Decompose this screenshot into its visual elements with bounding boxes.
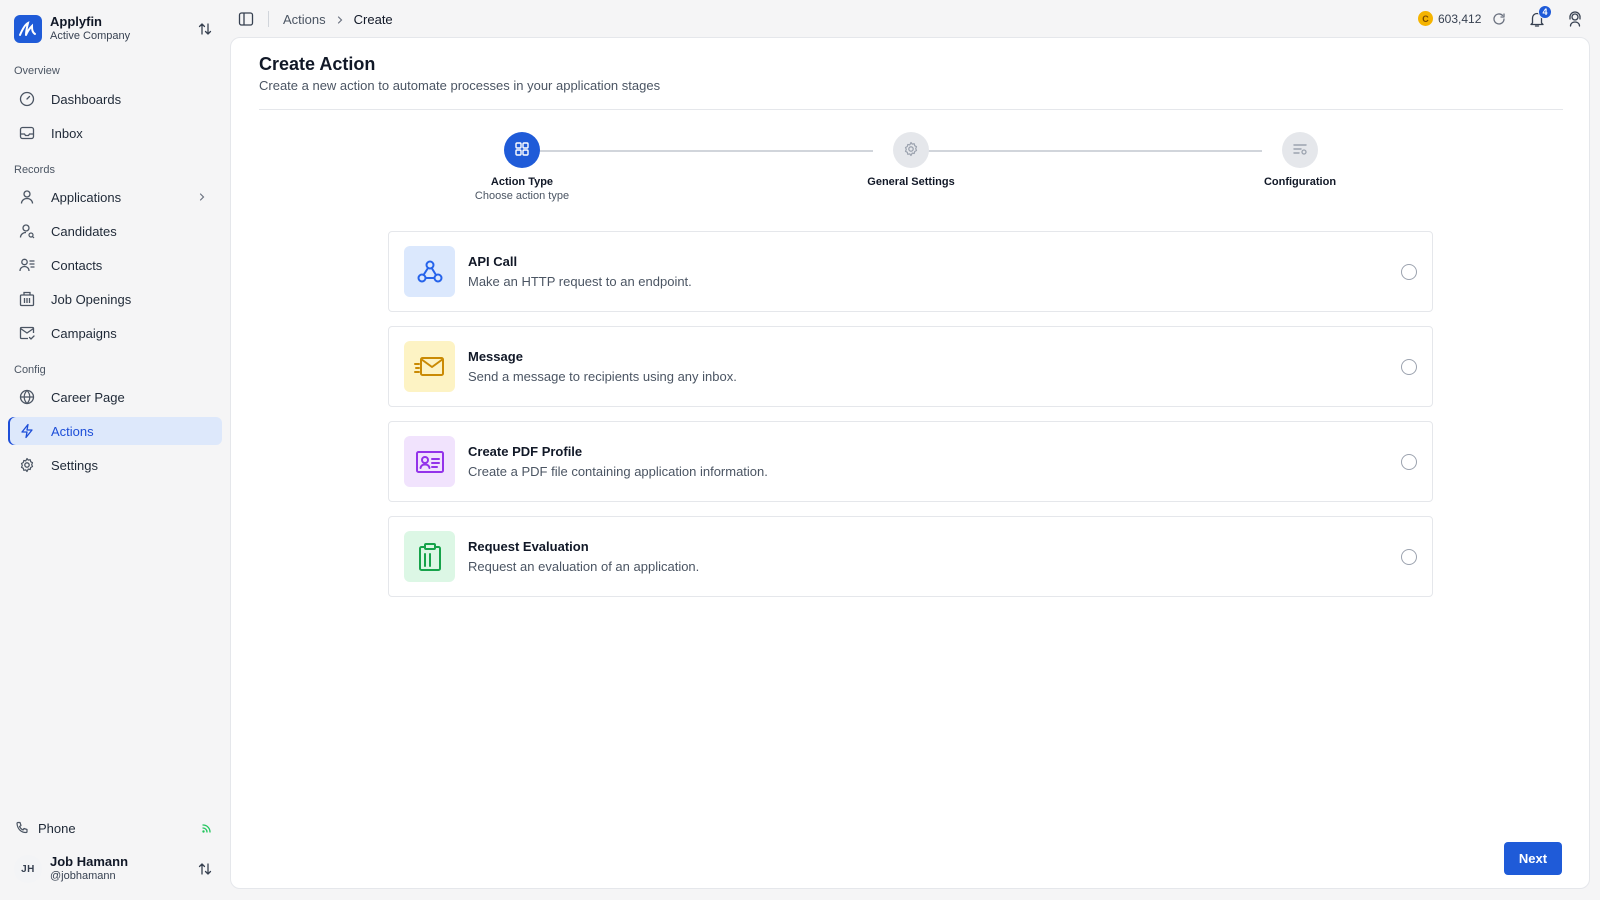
avatar: JH — [14, 855, 42, 883]
sidebar-toggle-icon[interactable] — [238, 11, 254, 27]
sliders-icon — [1292, 141, 1308, 160]
inbox-icon — [18, 124, 36, 142]
sidebar-item-label: Contacts — [51, 257, 103, 273]
option-radio[interactable] — [1401, 549, 1417, 565]
page-title: Create Action — [259, 54, 376, 74]
user-menu[interactable]: JH Job Hamann @jobhamann — [14, 852, 220, 886]
sidebar-item-label: Career Page — [51, 389, 125, 405]
user-handle: @jobhamann — [50, 870, 116, 882]
coin-icon: C — [1418, 11, 1433, 26]
sidebar-item-label: Dashboards — [51, 91, 122, 107]
action-option-message[interactable]: Message Send a message to recipients usi… — [388, 326, 1433, 407]
option-radio[interactable] — [1401, 454, 1417, 470]
mail-send-icon — [404, 341, 455, 392]
org-switcher[interactable]: Applyfin Active Company — [14, 14, 220, 44]
globe-icon — [18, 388, 36, 406]
option-description: Create a PDF file containing application… — [468, 464, 768, 479]
sidebar-item-career-page[interactable]: Career Page — [8, 383, 222, 411]
webhook-icon — [404, 246, 455, 297]
user-name: Job Hamann — [50, 854, 129, 869]
option-description: Send a message to recipients using any i… — [468, 369, 737, 384]
action-option-request-evaluation[interactable]: Request Evaluation Request an evaluation… — [388, 516, 1433, 597]
step-connector — [529, 150, 873, 152]
dashboard-gauge-icon — [18, 90, 36, 108]
step-2-indicator — [893, 132, 929, 168]
divider — [259, 109, 1563, 110]
section-label-overview: Overview — [14, 65, 60, 77]
sidebar-item-candidates[interactable]: Candidates — [8, 217, 222, 245]
sidebar-item-contacts[interactable]: Contacts — [8, 251, 222, 279]
sidebar-item-label: Applications — [51, 189, 122, 205]
step-1-description: Choose action type — [474, 190, 570, 202]
main-panel: Create Action Create a new action to aut… — [230, 37, 1590, 889]
gear-icon — [903, 141, 919, 160]
sidebar-item-actions[interactable]: Actions — [8, 417, 222, 445]
phone-label: Phone — [38, 820, 76, 836]
action-option-api-call[interactable]: API Call Make an HTTP request to an endp… — [388, 231, 1433, 312]
step-connector — [918, 150, 1262, 152]
phone-widget[interactable]: Phone — [14, 818, 214, 838]
option-description: Make an HTTP request to an endpoint. — [468, 274, 692, 289]
credits-balance[interactable]: C 603,412 — [1418, 11, 1481, 26]
signal-status-icon — [200, 821, 214, 835]
contacts-icon — [18, 256, 36, 274]
sidebar-item-settings[interactable]: Settings — [8, 451, 222, 479]
sidebar-item-inbox[interactable]: Inbox — [8, 119, 222, 147]
sidebar-item-dashboards[interactable]: Dashboards — [8, 85, 222, 113]
org-subtitle: Active Company — [50, 30, 131, 42]
user-icon — [18, 188, 36, 206]
option-radio[interactable] — [1401, 264, 1417, 280]
chevron-right-icon — [336, 15, 344, 25]
grid-icon — [514, 141, 530, 160]
sidebar-item-label: Inbox — [51, 125, 83, 141]
sidebar-item-label: Candidates — [51, 223, 117, 239]
action-option-create-pdf-profile[interactable]: Create PDF Profile Create a PDF file con… — [388, 421, 1433, 502]
mail-check-icon — [18, 324, 36, 342]
sidebar-item-label: Settings — [51, 457, 98, 473]
breadcrumb-actions[interactable]: Actions — [283, 12, 326, 27]
sidebar-item-job-openings[interactable]: Job Openings — [8, 285, 222, 313]
breadcrumb: Actions Create — [283, 12, 393, 27]
switch-arrows-icon[interactable] — [196, 20, 214, 38]
credits-value: 603,412 — [1438, 11, 1482, 26]
applyfin-logo-icon — [14, 15, 42, 43]
org-name: Applyfin — [50, 14, 102, 29]
user-search-icon — [18, 222, 36, 240]
phone-icon — [14, 820, 30, 836]
building-icon — [18, 290, 36, 308]
section-label-records: Records — [14, 164, 55, 176]
notification-badge: 4 — [1538, 5, 1552, 19]
option-title: Request Evaluation — [468, 539, 589, 554]
switch-arrows-icon[interactable] — [196, 860, 214, 878]
topbar: Actions Create C 603,412 4 — [228, 0, 1600, 38]
sidebar: Applyfin Active Company Overview Dashboa… — [0, 0, 228, 900]
section-label-config: Config — [14, 364, 46, 376]
clipboard-icon — [404, 531, 455, 582]
divider — [268, 11, 269, 27]
step-3-label: Configuration — [1263, 176, 1337, 188]
gear-icon — [18, 456, 36, 474]
option-description: Request an evaluation of an application. — [468, 559, 700, 574]
id-card-icon — [404, 436, 455, 487]
refresh-icon[interactable] — [1492, 12, 1506, 26]
option-title: Create PDF Profile — [468, 444, 583, 459]
bolt-icon — [18, 422, 36, 440]
page-subtitle: Create a new action to automate processe… — [259, 78, 661, 93]
option-title: Message — [468, 349, 523, 364]
breadcrumb-create: Create — [353, 12, 393, 27]
step-2-label: General Settings — [867, 176, 955, 188]
chevron-right-icon[interactable] — [196, 190, 208, 204]
option-title: API Call — [468, 254, 518, 269]
next-button[interactable]: Next — [1504, 842, 1562, 875]
sidebar-item-campaigns[interactable]: Campaigns — [8, 319, 222, 347]
sidebar-item-label: Actions — [51, 423, 94, 439]
step-1-label: Action Type — [490, 176, 554, 188]
sidebar-item-applications[interactable]: Applications — [8, 183, 222, 211]
sidebar-item-label: Campaigns — [51, 325, 117, 341]
sidebar-item-label: Job Openings — [51, 291, 132, 307]
option-radio[interactable] — [1401, 359, 1417, 375]
step-1-indicator — [504, 132, 540, 168]
support-agent-icon[interactable] — [1567, 11, 1583, 27]
step-3-indicator — [1282, 132, 1318, 168]
